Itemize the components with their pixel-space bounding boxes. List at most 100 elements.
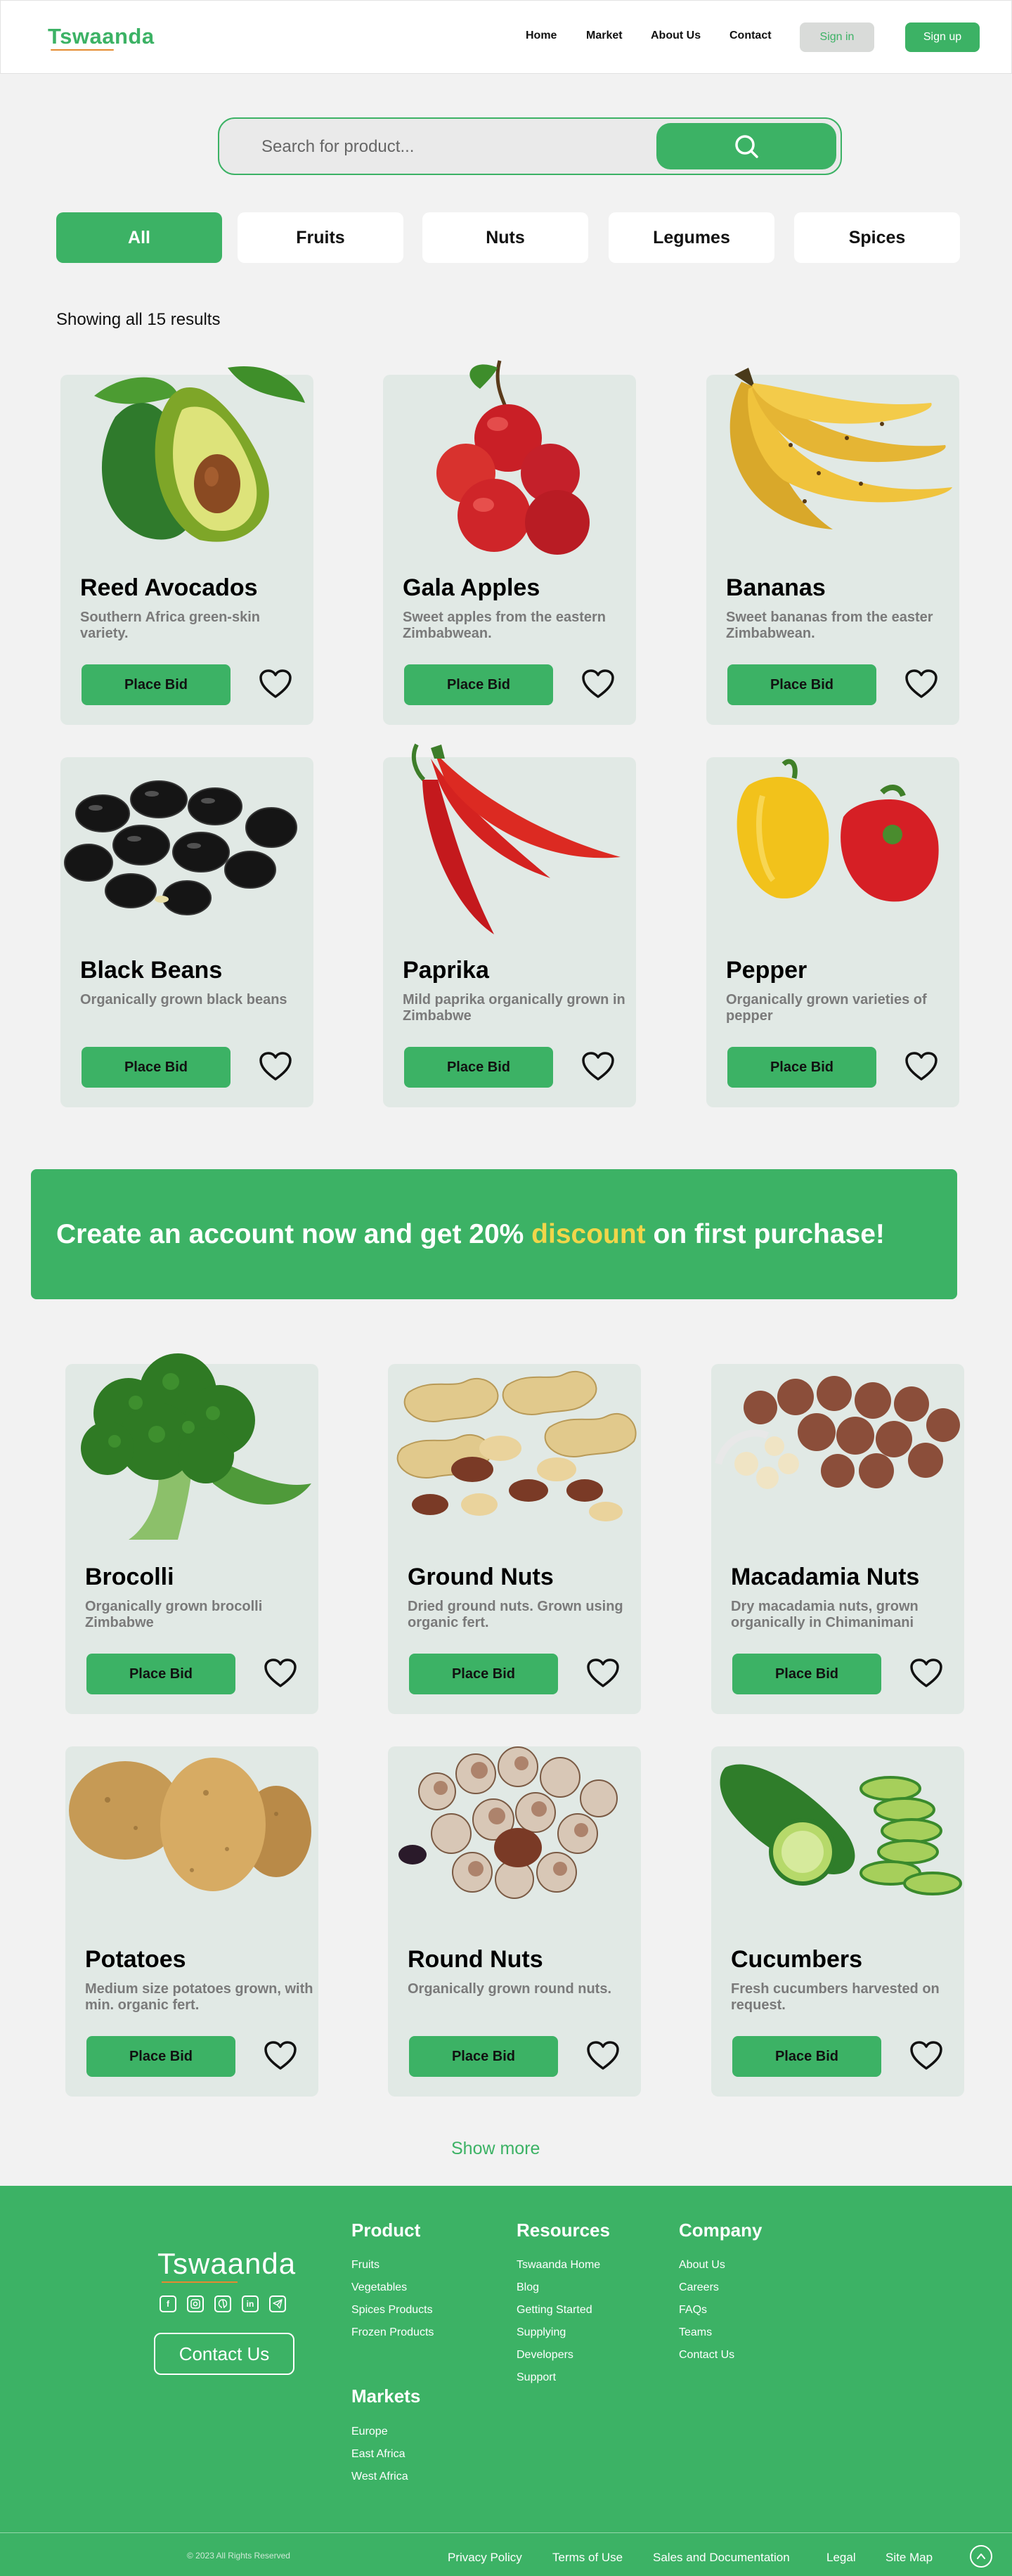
- footer-link-blog[interactable]: Blog: [517, 2281, 539, 2294]
- product-card[interactable]: Ground Nuts Dried ground nuts. Grown usin…: [388, 1364, 641, 1714]
- nav-contact-link[interactable]: Contact: [729, 30, 772, 42]
- product-card[interactable]: Brocolli Organically grown brocolli Zimba…: [65, 1353, 318, 1714]
- place-bid-button[interactable]: Place Bid: [727, 664, 876, 705]
- place-bid-button[interactable]: Place Bid: [732, 2036, 881, 2077]
- legal-link[interactable]: Legal: [826, 2551, 856, 2565]
- site-map-link[interactable]: Site Map: [885, 2551, 933, 2565]
- product-name: Potatoes: [85, 1946, 186, 1973]
- place-bid-button[interactable]: Place Bid: [727, 1047, 876, 1088]
- place-bid-button[interactable]: Place Bid: [409, 2036, 558, 2077]
- footer-link-support[interactable]: Support: [517, 2371, 556, 2384]
- product-card[interactable]: Pepper Organically grown varieties of pep…: [706, 757, 959, 1107]
- heart-icon[interactable]: [909, 1658, 943, 1689]
- product-card[interactable]: Potatoes Medium size potatoes grown, with…: [65, 1746, 318, 2097]
- logo[interactable]: Tswaanda: [48, 24, 155, 49]
- tab-nuts[interactable]: Nuts: [422, 212, 588, 263]
- linkedin-icon[interactable]: in: [242, 2295, 259, 2312]
- github-icon[interactable]: [214, 2295, 231, 2312]
- footer-link-supplying[interactable]: Supplying: [517, 2326, 566, 2339]
- footer-markets-heading: Markets: [351, 2385, 421, 2407]
- instagram-icon[interactable]: [187, 2295, 204, 2312]
- paprika-image: [389, 738, 628, 952]
- privacy-policy-link[interactable]: Privacy Policy: [448, 2551, 522, 2565]
- footer-link-careers[interactable]: Careers: [679, 2281, 719, 2294]
- heart-icon[interactable]: [581, 669, 615, 700]
- tab-spices[interactable]: Spices: [794, 212, 960, 263]
- search-input[interactable]: [261, 133, 641, 161]
- footer-link-about[interactable]: About Us: [679, 2259, 725, 2272]
- heart-icon[interactable]: [586, 2040, 620, 2071]
- copyright: © 2023 All Rights Reserved: [187, 2551, 290, 2561]
- place-bid-button[interactable]: Place Bid: [82, 664, 231, 705]
- apples-image: [417, 354, 599, 568]
- product-card[interactable]: Black Beans Organically grown black beans…: [60, 757, 313, 1107]
- heart-icon[interactable]: [264, 2040, 297, 2071]
- show-more-link[interactable]: Show more: [451, 2139, 540, 2159]
- place-bid-button[interactable]: Place Bid: [409, 1654, 558, 1694]
- product-card[interactable]: Gala Apples Sweet apples from the eastern…: [383, 360, 636, 725]
- footer-link-faqs[interactable]: FAQs: [679, 2304, 707, 2317]
- heart-icon[interactable]: [264, 1658, 297, 1689]
- footer-link-frozen[interactable]: Frozen Products: [351, 2326, 434, 2339]
- footer-link-developers[interactable]: Developers: [517, 2349, 573, 2362]
- place-bid-button[interactable]: Place Bid: [404, 1047, 553, 1088]
- heart-icon[interactable]: [259, 1051, 292, 1082]
- place-bid-button[interactable]: Place Bid: [86, 2036, 235, 2077]
- telegram-icon[interactable]: [269, 2295, 286, 2312]
- footer-link-getting-started[interactable]: Getting Started: [517, 2304, 592, 2317]
- product-card[interactable]: Cucumbers Fresh cucumbers harvested on re…: [711, 1746, 964, 2097]
- footer-link-europe[interactable]: Europe: [351, 2426, 388, 2438]
- place-bid-button[interactable]: Place Bid: [732, 1654, 881, 1694]
- potatoes-image: [65, 1744, 311, 1902]
- heart-icon[interactable]: [586, 1658, 620, 1689]
- place-bid-button[interactable]: Place Bid: [82, 1047, 231, 1088]
- nav-market-link[interactable]: Market: [586, 30, 623, 42]
- place-bid-button[interactable]: Place Bid: [404, 664, 553, 705]
- product-card[interactable]: Bananas Sweet bananas from the easter Zim…: [706, 368, 959, 725]
- footer-link-vegetables[interactable]: Vegetables: [351, 2281, 407, 2294]
- product-card[interactable]: Paprika Mild paprika organically grown in…: [383, 743, 636, 1107]
- promo-text: Create an account now and get 20% discou…: [56, 1219, 885, 1250]
- product-card[interactable]: Reed Avocados Southern Africa green-skin …: [60, 366, 313, 725]
- product-card[interactable]: Round Nuts Organically grown round nuts. P…: [388, 1746, 641, 2097]
- product-description: Organically grown brocolli Zimbabwe: [85, 1599, 263, 1630]
- peppers-image: [720, 757, 952, 915]
- cucumbers-image: [711, 1739, 964, 1912]
- footer-link-contact[interactable]: Contact Us: [679, 2349, 734, 2362]
- footer-link-fruits[interactable]: Fruits: [351, 2259, 379, 2272]
- search-bar: [218, 117, 842, 175]
- nav-about-link[interactable]: About Us: [651, 30, 701, 42]
- sign-up-button[interactable]: Sign up: [905, 22, 980, 52]
- footer-link-east-africa[interactable]: East Africa: [351, 2448, 405, 2461]
- sales-docs-link[interactable]: Sales and Documentation: [653, 2551, 790, 2565]
- footer-link-spices[interactable]: Spices Products: [351, 2304, 433, 2317]
- footer-logo[interactable]: Tswaanda: [157, 2247, 296, 2281]
- nav-home-link[interactable]: Home: [526, 30, 557, 42]
- scroll-top-button[interactable]: [970, 2545, 992, 2568]
- footer-link-home[interactable]: Tswaanda Home: [517, 2259, 600, 2272]
- tab-all[interactable]: All: [56, 212, 222, 263]
- heart-icon[interactable]: [904, 669, 938, 700]
- heart-icon[interactable]: [259, 669, 292, 700]
- terms-link[interactable]: Terms of Use: [552, 2551, 623, 2565]
- search-icon: [735, 135, 758, 158]
- footer-link-west-africa[interactable]: West Africa: [351, 2471, 408, 2483]
- round-nuts-image: [395, 1735, 634, 1921]
- broccoli-image: [65, 1350, 318, 1550]
- footer-link-teams[interactable]: Teams: [679, 2326, 712, 2339]
- sign-in-button[interactable]: Sign in: [800, 22, 874, 52]
- product-name: Reed Avocados: [80, 574, 258, 601]
- tab-legumes[interactable]: Legumes: [609, 212, 774, 263]
- place-bid-button[interactable]: Place Bid: [86, 1654, 235, 1694]
- product-name: Gala Apples: [403, 574, 540, 601]
- product-name: Paprika: [403, 957, 489, 984]
- heart-icon[interactable]: [909, 2040, 943, 2071]
- tab-fruits[interactable]: Fruits: [238, 212, 403, 263]
- footer-contact-button[interactable]: Contact Us: [154, 2333, 294, 2375]
- heart-icon[interactable]: [581, 1051, 615, 1082]
- product-card[interactable]: Macadamia Nuts Dry macadamia nuts, grown …: [711, 1364, 964, 1714]
- search-button[interactable]: [656, 123, 836, 169]
- facebook-icon[interactable]: f: [160, 2295, 176, 2312]
- heart-icon[interactable]: [904, 1051, 938, 1082]
- results-count: Showing all 15 results: [56, 310, 221, 329]
